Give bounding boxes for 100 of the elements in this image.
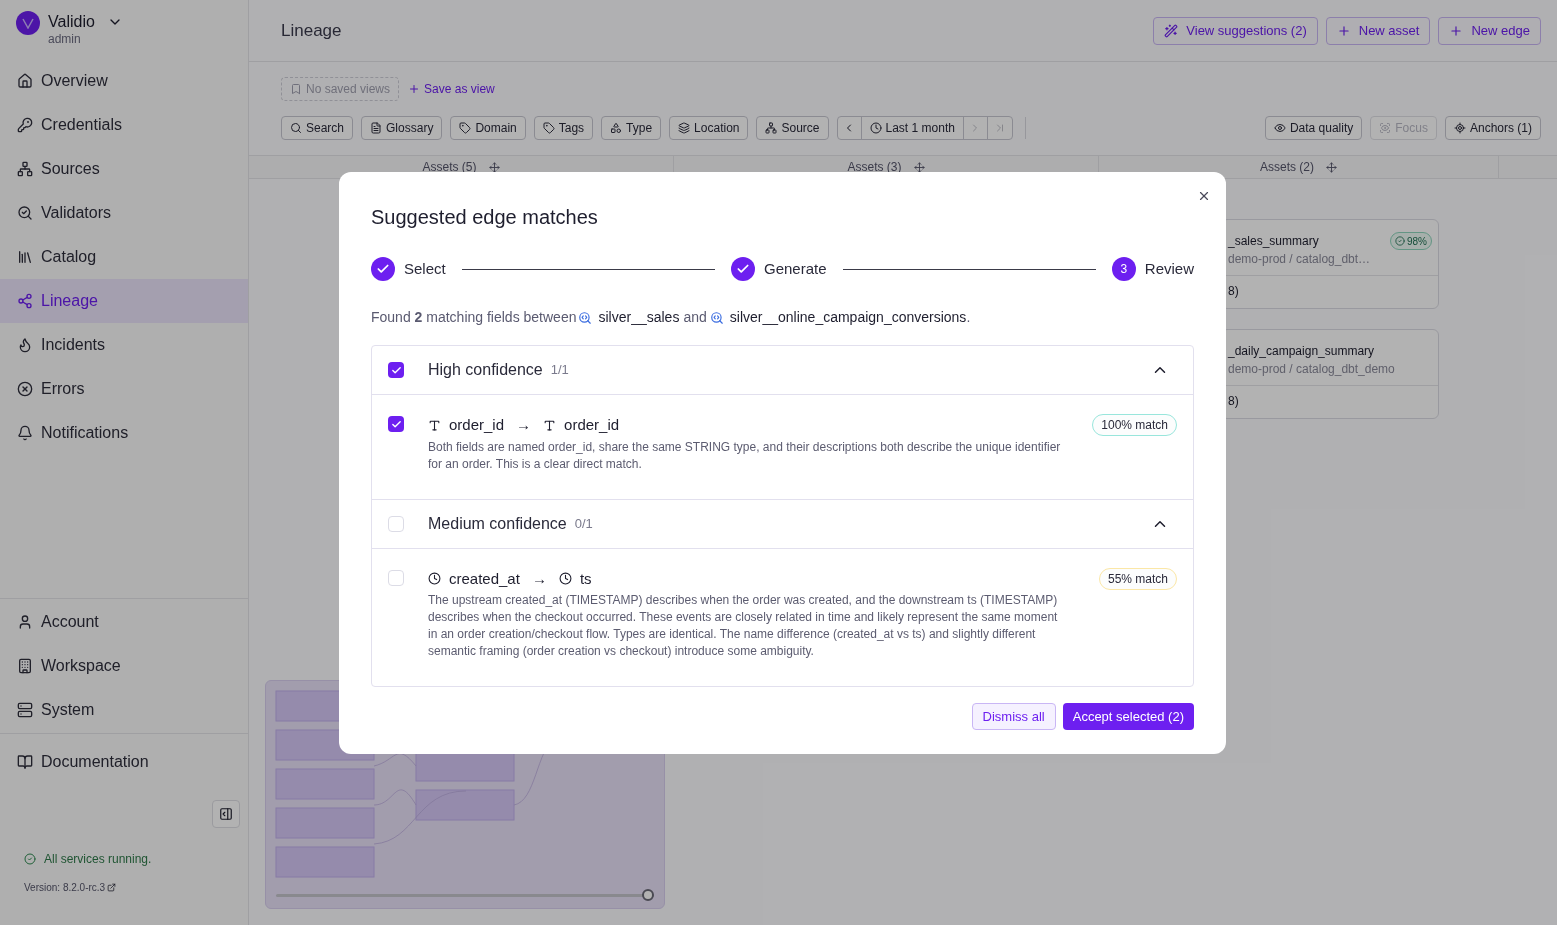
- flame-icon: [17, 337, 33, 353]
- tag-icon: [459, 122, 472, 134]
- clock-icon: [558, 572, 572, 586]
- view-option-button[interactable]: Data quality: [1264, 116, 1363, 140]
- checkmark-icon: [390, 418, 402, 430]
- column-header: Assets (2): [1260, 159, 1314, 176]
- tag-icon: [542, 122, 555, 134]
- asset-search-icon: [578, 310, 593, 325]
- share-icon: [17, 293, 33, 309]
- bell-icon: [17, 425, 33, 441]
- nav-item[interactable]: Catalog: [0, 235, 248, 279]
- check-circle-icon: [24, 853, 36, 865]
- move-icon: [488, 161, 500, 173]
- filter-button[interactable]: Domain: [450, 116, 526, 140]
- user-role: admin: [48, 32, 82, 47]
- panel-icon: [219, 807, 233, 821]
- fields-count: 8): [1227, 393, 1240, 410]
- dismiss-button[interactable]: Dismiss all: [971, 703, 1056, 730]
- bookmark-icon: [290, 83, 302, 95]
- view-option-button[interactable]: Anchors (1): [1444, 116, 1541, 140]
- filter-button[interactable]: Source: [756, 116, 829, 140]
- nav-item[interactable]: Workspace: [0, 644, 248, 688]
- nav-item[interactable]: Notifications: [0, 411, 248, 455]
- plus-icon: [1449, 23, 1464, 38]
- clock-icon: [428, 572, 441, 586]
- asset-name: silver__sales: [598, 308, 680, 327]
- asset-name: _daily_campaign_summary: [1228, 343, 1376, 360]
- header-button[interactable]: New asset: [1325, 16, 1431, 45]
- summary-text: Found 2 matching fields between: [371, 308, 577, 327]
- move-icon: [913, 161, 925, 173]
- version-text: Version: 8.2.0-rc.3: [24, 881, 106, 895]
- nav-item[interactable]: Account: [0, 600, 248, 644]
- header-button[interactable]: New edge: [1438, 16, 1541, 45]
- nav-item[interactable]: Credentials: [0, 103, 248, 147]
- checkbox[interactable]: [388, 569, 404, 586]
- layers-icon: [678, 122, 691, 134]
- match-score-badge: 100% match: [1092, 414, 1177, 436]
- group-count: 0/1: [574, 514, 593, 533]
- checkbox[interactable]: [388, 416, 404, 432]
- summary-text: and: [683, 308, 707, 327]
- field-name: order_id: [564, 415, 620, 435]
- filter-button[interactable]: Search: [281, 116, 354, 140]
- checkbox[interactable]: [388, 515, 404, 532]
- user-icon: [17, 614, 33, 630]
- network-icon: [765, 122, 778, 134]
- group-count: 1/1: [550, 361, 569, 380]
- asset-search-icon: [709, 310, 724, 325]
- nav-item[interactable]: Incidents: [0, 323, 248, 367]
- quality-badge: 98%: [1390, 232, 1432, 250]
- asset-path: demo-prod / catalog_dbt…: [1228, 251, 1371, 268]
- nav-item[interactable]: Documentation: [0, 740, 248, 784]
- checkmark-icon: [390, 364, 402, 376]
- crosshair-icon: [1453, 122, 1466, 134]
- group-header[interactable]: High confidence 1/1: [372, 346, 1193, 395]
- server-icon: [17, 702, 33, 718]
- status-text: All services running.: [44, 851, 152, 868]
- nav-item[interactable]: Overview: [0, 59, 248, 103]
- nav-item[interactable]: Lineage: [0, 279, 248, 323]
- filter-button[interactable]: Type: [601, 116, 662, 140]
- collapse-sidebar-button[interactable]: [212, 800, 240, 828]
- filter-button[interactable]: Location: [669, 116, 749, 140]
- nav-item[interactable]: Sources: [0, 147, 248, 191]
- house-icon: [17, 73, 33, 89]
- save-view-link[interactable]: Save as view: [408, 80, 495, 98]
- check-circle-icon: [1395, 236, 1405, 246]
- slider-thumb[interactable]: [642, 888, 654, 901]
- match-score-badge: 55% match: [1098, 567, 1177, 590]
- dialog-title: Suggested edge matches: [371, 205, 599, 230]
- step-label: Select: [404, 258, 446, 279]
- external-link-icon: [107, 883, 117, 892]
- key-icon: [17, 117, 33, 133]
- nav-item[interactable]: System: [0, 688, 248, 732]
- arrow-icon: →: [531, 567, 547, 590]
- wand-icon: [1164, 23, 1179, 38]
- filter-button[interactable]: Tags: [533, 116, 594, 140]
- field-name: created_at: [449, 568, 520, 589]
- header-button[interactable]: View suggestions (2): [1153, 16, 1318, 45]
- search-icon: [290, 122, 302, 134]
- nav-item[interactable]: Validators: [0, 191, 248, 235]
- asset-path: demo-prod / catalog_dbt_demo: [1228, 361, 1395, 378]
- match-description: The upstream created_at (TIMESTAMP) describes when the order was created, and the downstream ts (TIMESTAMP) describes when the checkout occurred. These events are closely related in time and likely represent the same moment in an order creation/checkout flow. Types are identical. The name difference (created_at vs ts) and slightly different semantic framing (order creation vs checkout) introduce some ambiguity.: [428, 592, 1059, 660]
- plus-icon: [1336, 23, 1351, 38]
- text-type-icon: [543, 418, 557, 432]
- nav-item[interactable]: Errors: [0, 367, 248, 411]
- shapes-icon: [610, 122, 623, 134]
- checkbox[interactable]: [388, 362, 404, 378]
- plus-icon: [408, 83, 421, 95]
- summary-text: .: [966, 308, 971, 327]
- book-icon: [17, 754, 33, 770]
- group-header[interactable]: Medium confidence 0/1: [372, 499, 1193, 549]
- step-indicator: 3: [1111, 257, 1136, 281]
- logo-icon: [16, 11, 40, 35]
- network-icon: [17, 161, 33, 177]
- asset-name: _sales_summary: [1228, 233, 1320, 250]
- filter-button[interactable]: Glossary: [361, 116, 443, 140]
- search-check-icon: [17, 205, 33, 221]
- fields-count: 8): [1227, 283, 1240, 300]
- match-description: Both fields are named order_id, share the same STRING type, and their descriptions both describe the unique identifier for an order. This is a clear direct match.: [428, 438, 1062, 473]
- text-type-icon: [428, 418, 441, 432]
- accept-button[interactable]: Accept selected (2): [1062, 703, 1194, 730]
